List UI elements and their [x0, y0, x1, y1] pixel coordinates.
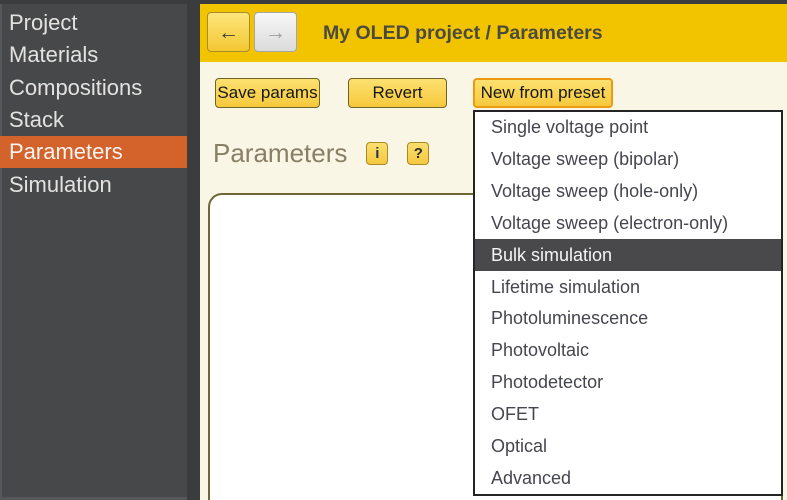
sidebar-item-project[interactable]: Project	[0, 7, 187, 39]
sidebar-item-stack[interactable]: Stack	[0, 104, 187, 136]
help-button[interactable]: ?	[407, 142, 429, 165]
header-bar: ← → My OLED project / Parameters	[200, 4, 787, 62]
page-title: Parameters	[213, 138, 347, 169]
save-params-button[interactable]: Save params	[215, 78, 320, 108]
breadcrumb-title: My OLED project / Parameters	[323, 4, 603, 62]
forward-arrow-icon: →	[265, 22, 286, 43]
sidebar-item-compositions[interactable]: Compositions	[0, 72, 187, 104]
menu-item-single-voltage-point[interactable]: Single voltage point	[475, 112, 781, 144]
forward-button[interactable]: →	[254, 12, 297, 52]
sidebar: Project Materials Compositions Stack Par…	[0, 0, 200, 500]
back-arrow-icon: ←	[218, 22, 239, 43]
menu-item-photodetector[interactable]: Photodetector	[475, 367, 781, 399]
info-button[interactable]: i	[366, 142, 388, 165]
preset-dropdown-menu: Single voltage point Voltage sweep (bipo…	[473, 110, 783, 496]
window-top-border	[0, 0, 787, 4]
menu-item-optical[interactable]: Optical	[475, 430, 781, 462]
page-heading-row: Parameters i ?	[213, 138, 429, 169]
app-window: Project Materials Compositions Stack Par…	[0, 0, 787, 500]
menu-item-bulk-simulation[interactable]: Bulk simulation	[475, 239, 781, 271]
menu-item-ofet[interactable]: OFET	[475, 398, 781, 430]
sidebar-item-simulation[interactable]: Simulation	[0, 168, 187, 200]
menu-item-voltage-sweep-electron-only[interactable]: Voltage sweep (electron-only)	[475, 207, 781, 239]
menu-item-photoluminescence[interactable]: Photoluminescence	[475, 303, 781, 335]
sidebar-nav: Project Materials Compositions Stack Par…	[0, 7, 187, 201]
revert-button[interactable]: Revert	[348, 78, 447, 108]
sidebar-item-parameters[interactable]: Parameters	[0, 136, 187, 168]
sidebar-item-materials[interactable]: Materials	[0, 39, 187, 71]
new-from-preset-button[interactable]: New from preset	[473, 78, 613, 108]
menu-item-advanced[interactable]: Advanced	[475, 462, 781, 494]
back-button[interactable]: ←	[207, 12, 250, 52]
menu-item-voltage-sweep-bipolar[interactable]: Voltage sweep (bipolar)	[475, 144, 781, 176]
sidebar-scrollbar-track[interactable]	[187, 0, 200, 500]
menu-item-photovoltaic[interactable]: Photovoltaic	[475, 335, 781, 367]
menu-item-voltage-sweep-hole-only[interactable]: Voltage sweep (hole-only)	[475, 176, 781, 208]
menu-item-lifetime-simulation[interactable]: Lifetime simulation	[475, 271, 781, 303]
